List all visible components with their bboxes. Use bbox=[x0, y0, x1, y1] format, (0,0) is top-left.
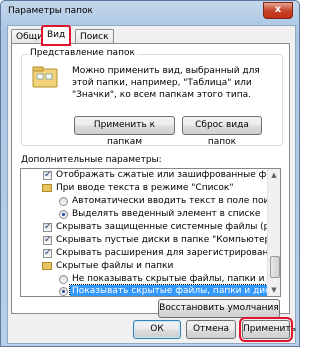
tab-view[interactable]: Вид bbox=[40, 25, 72, 46]
window-title: Параметры папок bbox=[8, 6, 93, 16]
dialog-client: Общие Вид Поиск Представление папок Можн… bbox=[7, 25, 296, 344]
folder-view-group: Представление папок Можно применить вид,… bbox=[21, 48, 283, 147]
scroll-down-arrow-icon[interactable]: ▼ bbox=[268, 284, 280, 296]
apply-to-folders-button[interactable]: Применить к папкам bbox=[74, 116, 175, 147]
checkbox[interactable] bbox=[43, 169, 52, 182]
tree-row-label: Автоматически вводить текст в поле поиск… bbox=[72, 196, 281, 206]
restore-defaults-button[interactable]: Восстановить умолчания bbox=[158, 299, 280, 318]
radio-button[interactable] bbox=[59, 287, 68, 296]
radio-button[interactable] bbox=[59, 197, 68, 206]
tree-scrollbar[interactable]: ▲ ▼ bbox=[267, 169, 280, 296]
tree-row-label: Выделять введенный элемент в списке bbox=[72, 209, 261, 219]
tree-row-label: При вводе текста в режиме "Список" bbox=[56, 183, 234, 193]
folder-view-description: Можно применить вид, выбранный для этой … bbox=[72, 66, 260, 100]
tree-row-label: Скрывать пустые диски в папке "Компьютер… bbox=[56, 235, 275, 245]
advanced-settings-tree[interactable]: Отображать сжатые или зашифрованные файл… bbox=[20, 168, 281, 297]
tree-row-label: Скрытые файлы и папки bbox=[56, 261, 174, 271]
radio-button[interactable] bbox=[59, 210, 68, 219]
tree-row-label: Скрывать защищенные системные файлы (рек… bbox=[56, 222, 281, 232]
tree-row-label: Скрывать расширения для зарегистрированн… bbox=[56, 248, 281, 258]
folder-icon bbox=[42, 262, 52, 270]
tree-row-label-selected: Показывать скрытые файлы, папки и диски bbox=[68, 284, 280, 296]
scroll-up-arrow-icon[interactable]: ▲ bbox=[268, 169, 280, 181]
close-button[interactable]: x bbox=[263, 2, 293, 19]
scrollbar-thumb[interactable] bbox=[270, 256, 280, 278]
ok-button[interactable]: ОК bbox=[133, 320, 181, 339]
checkbox[interactable] bbox=[43, 247, 52, 260]
cancel-button[interactable]: Отмена bbox=[186, 320, 236, 339]
apply-button[interactable]: Применить bbox=[239, 317, 296, 342]
checkbox[interactable] bbox=[43, 221, 52, 234]
reset-folders-button[interactable]: Сброс вида папок bbox=[182, 116, 262, 147]
advanced-settings-label: Дополнительные параметры: bbox=[21, 155, 162, 165]
tab-search[interactable]: Поиск bbox=[75, 29, 114, 44]
checkbox[interactable] bbox=[43, 234, 52, 247]
folder-icon bbox=[42, 184, 52, 192]
folder-view-icon bbox=[32, 66, 58, 88]
folder-view-group-title: Представление папок bbox=[28, 48, 137, 58]
tree-row-label: Отображать сжатые или зашифрованные файл… bbox=[56, 170, 280, 180]
view-tab-panel: Представление папок Можно применить вид,… bbox=[11, 43, 290, 318]
folder-options-window: Параметры папок x Общие Вид Поиск Предст… bbox=[0, 0, 300, 347]
radio-button[interactable] bbox=[59, 275, 68, 284]
